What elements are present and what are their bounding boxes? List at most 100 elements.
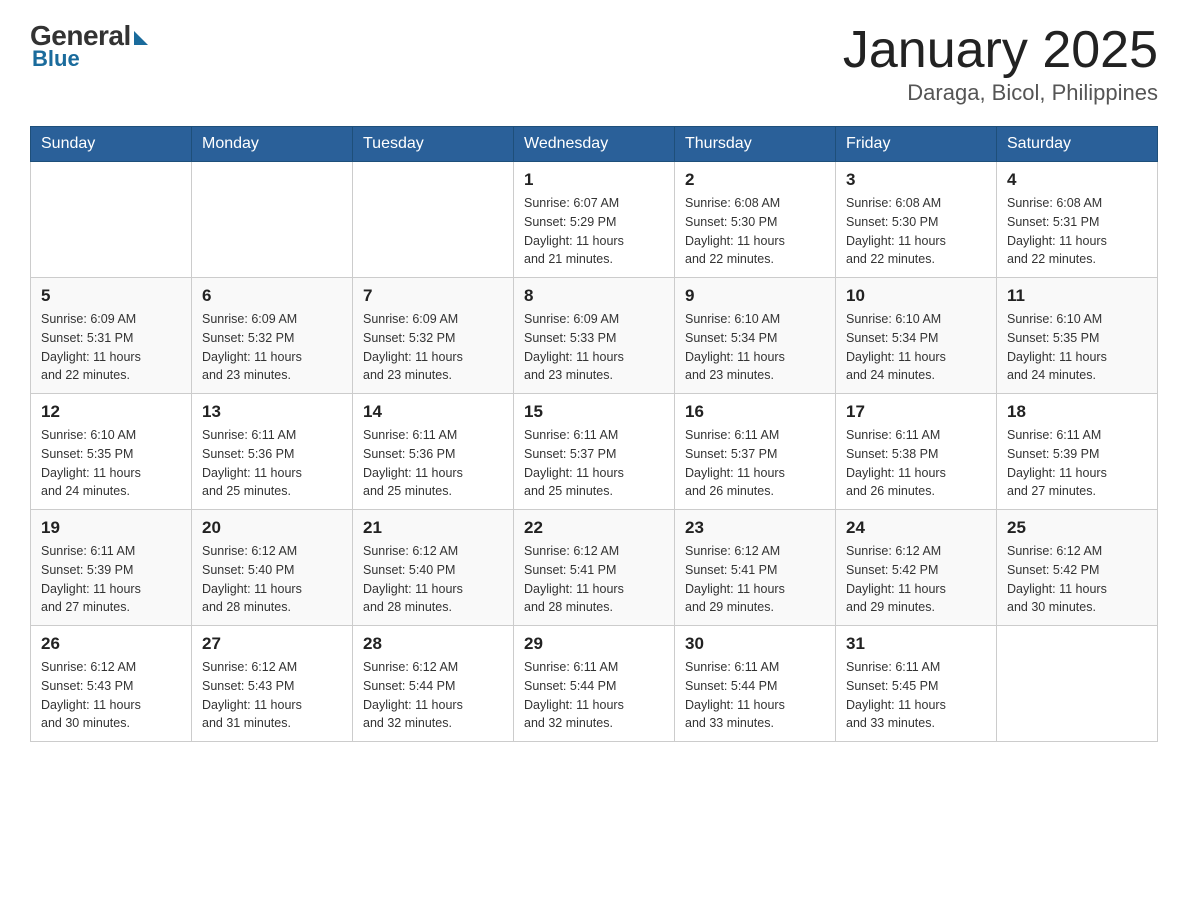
day-info: Sunrise: 6:08 AMSunset: 5:30 PMDaylight:… [846, 194, 986, 269]
day-cell: 17 Sunrise: 6:11 AMSunset: 5:38 PMDayligh… [836, 394, 997, 510]
day-number: 6 [202, 286, 342, 306]
day-number: 9 [685, 286, 825, 306]
day-number: 1 [524, 170, 664, 190]
day-number: 25 [1007, 518, 1147, 538]
day-info: Sunrise: 6:11 AMSunset: 5:39 PMDaylight:… [41, 542, 181, 617]
day-number: 14 [363, 402, 503, 422]
day-cell: 15 Sunrise: 6:11 AMSunset: 5:37 PMDayligh… [514, 394, 675, 510]
day-info: Sunrise: 6:12 AMSunset: 5:41 PMDaylight:… [685, 542, 825, 617]
day-cell: 3 Sunrise: 6:08 AMSunset: 5:30 PMDaylight… [836, 162, 997, 278]
day-cell: 10Sunrise: 6:10 AMSunset: 5:34 PMDayligh… [836, 278, 997, 394]
day-number: 16 [685, 402, 825, 422]
day-info: Sunrise: 6:08 AMSunset: 5:31 PMDaylight:… [1007, 194, 1147, 269]
week-row-5: 26 Sunrise: 6:12 AMSunset: 5:43 PMDayligh… [31, 626, 1158, 742]
day-number: 23 [685, 518, 825, 538]
day-number: 12 [41, 402, 181, 422]
header-sunday: Sunday [31, 127, 192, 162]
day-number: 21 [363, 518, 503, 538]
week-row-2: 5 Sunrise: 6:09 AMSunset: 5:31 PMDaylight… [31, 278, 1158, 394]
day-cell: 25 Sunrise: 6:12 AMSunset: 5:42 PMDayligh… [997, 510, 1158, 626]
day-info: Sunrise: 6:11 AMSunset: 5:39 PMDaylight:… [1007, 426, 1147, 501]
day-info: Sunrise: 6:12 AMSunset: 5:42 PMDaylight:… [1007, 542, 1147, 617]
day-info: Sunrise: 6:09 AMSunset: 5:31 PMDaylight:… [41, 310, 181, 385]
header-friday: Friday [836, 127, 997, 162]
day-number: 4 [1007, 170, 1147, 190]
day-cell: 31 Sunrise: 6:11 AMSunset: 5:45 PMDayligh… [836, 626, 997, 742]
header-thursday: Thursday [675, 127, 836, 162]
day-cell: 29Sunrise: 6:11 AMSunset: 5:44 PMDayligh… [514, 626, 675, 742]
day-number: 29 [524, 634, 664, 654]
day-cell [997, 626, 1158, 742]
day-info: Sunrise: 6:11 AMSunset: 5:37 PMDaylight:… [524, 426, 664, 501]
day-cell: 21 Sunrise: 6:12 AMSunset: 5:40 PMDayligh… [353, 510, 514, 626]
day-info: Sunrise: 6:11 AMSunset: 5:44 PMDaylight:… [685, 658, 825, 733]
week-row-3: 12 Sunrise: 6:10 AMSunset: 5:35 PMDayligh… [31, 394, 1158, 510]
day-number: 28 [363, 634, 503, 654]
day-number: 7 [363, 286, 503, 306]
day-info: Sunrise: 6:12 AMSunset: 5:43 PMDaylight:… [202, 658, 342, 733]
day-info: Sunrise: 6:10 AMSunset: 5:35 PMDaylight:… [1007, 310, 1147, 385]
day-cell: 1 Sunrise: 6:07 AMSunset: 5:29 PMDaylight… [514, 162, 675, 278]
header-monday: Monday [192, 127, 353, 162]
day-info: Sunrise: 6:12 AMSunset: 5:41 PMDaylight:… [524, 542, 664, 617]
day-cell: 19Sunrise: 6:11 AMSunset: 5:39 PMDayligh… [31, 510, 192, 626]
month-title: January 2025 [843, 20, 1158, 80]
logo-arrow-icon [134, 31, 148, 45]
day-cell [192, 162, 353, 278]
day-cell: 14Sunrise: 6:11 AMSunset: 5:36 PMDayligh… [353, 394, 514, 510]
day-info: Sunrise: 6:09 AMSunset: 5:32 PMDaylight:… [363, 310, 503, 385]
day-info: Sunrise: 6:09 AMSunset: 5:32 PMDaylight:… [202, 310, 342, 385]
day-cell: 12 Sunrise: 6:10 AMSunset: 5:35 PMDayligh… [31, 394, 192, 510]
week-row-1: 1 Sunrise: 6:07 AMSunset: 5:29 PMDaylight… [31, 162, 1158, 278]
day-cell: 4 Sunrise: 6:08 AMSunset: 5:31 PMDaylight… [997, 162, 1158, 278]
calendar-table: SundayMondayTuesdayWednesdayThursdayFrid… [30, 126, 1158, 742]
day-number: 2 [685, 170, 825, 190]
day-number: 8 [524, 286, 664, 306]
day-info: Sunrise: 6:07 AMSunset: 5:29 PMDaylight:… [524, 194, 664, 269]
day-info: Sunrise: 6:12 AMSunset: 5:40 PMDaylight:… [202, 542, 342, 617]
location-text: Daraga, Bicol, Philippines [843, 80, 1158, 106]
day-info: Sunrise: 6:08 AMSunset: 5:30 PMDaylight:… [685, 194, 825, 269]
day-number: 13 [202, 402, 342, 422]
logo: General Blue [30, 20, 148, 72]
header-saturday: Saturday [997, 127, 1158, 162]
day-info: Sunrise: 6:11 AMSunset: 5:37 PMDaylight:… [685, 426, 825, 501]
day-cell: 7 Sunrise: 6:09 AMSunset: 5:32 PMDaylight… [353, 278, 514, 394]
calendar-header-row: SundayMondayTuesdayWednesdayThursdayFrid… [31, 127, 1158, 162]
day-cell: 11 Sunrise: 6:10 AMSunset: 5:35 PMDayligh… [997, 278, 1158, 394]
header-wednesday: Wednesday [514, 127, 675, 162]
title-area: January 2025 Daraga, Bicol, Philippines [843, 20, 1158, 106]
day-number: 5 [41, 286, 181, 306]
day-cell: 27 Sunrise: 6:12 AMSunset: 5:43 PMDayligh… [192, 626, 353, 742]
day-info: Sunrise: 6:12 AMSunset: 5:40 PMDaylight:… [363, 542, 503, 617]
day-info: Sunrise: 6:11 AMSunset: 5:38 PMDaylight:… [846, 426, 986, 501]
day-number: 30 [685, 634, 825, 654]
day-info: Sunrise: 6:11 AMSunset: 5:45 PMDaylight:… [846, 658, 986, 733]
day-cell: 20Sunrise: 6:12 AMSunset: 5:40 PMDayligh… [192, 510, 353, 626]
day-number: 10 [846, 286, 986, 306]
day-number: 31 [846, 634, 986, 654]
day-cell: 9Sunrise: 6:10 AMSunset: 5:34 PMDaylight… [675, 278, 836, 394]
day-number: 26 [41, 634, 181, 654]
day-number: 3 [846, 170, 986, 190]
day-number: 17 [846, 402, 986, 422]
day-cell: 13Sunrise: 6:11 AMSunset: 5:36 PMDayligh… [192, 394, 353, 510]
day-cell: 8Sunrise: 6:09 AMSunset: 5:33 PMDaylight… [514, 278, 675, 394]
day-info: Sunrise: 6:10 AMSunset: 5:35 PMDaylight:… [41, 426, 181, 501]
day-info: Sunrise: 6:12 AMSunset: 5:44 PMDaylight:… [363, 658, 503, 733]
day-number: 22 [524, 518, 664, 538]
day-cell: 22 Sunrise: 6:12 AMSunset: 5:41 PMDayligh… [514, 510, 675, 626]
day-number: 18 [1007, 402, 1147, 422]
day-cell: 18 Sunrise: 6:11 AMSunset: 5:39 PMDayligh… [997, 394, 1158, 510]
day-number: 24 [846, 518, 986, 538]
day-cell: 5 Sunrise: 6:09 AMSunset: 5:31 PMDaylight… [31, 278, 192, 394]
day-info: Sunrise: 6:12 AMSunset: 5:42 PMDaylight:… [846, 542, 986, 617]
day-cell: 6 Sunrise: 6:09 AMSunset: 5:32 PMDaylight… [192, 278, 353, 394]
header-tuesday: Tuesday [353, 127, 514, 162]
day-cell: 30 Sunrise: 6:11 AMSunset: 5:44 PMDayligh… [675, 626, 836, 742]
day-number: 11 [1007, 286, 1147, 306]
day-number: 15 [524, 402, 664, 422]
day-cell [31, 162, 192, 278]
day-number: 27 [202, 634, 342, 654]
week-row-4: 19Sunrise: 6:11 AMSunset: 5:39 PMDayligh… [31, 510, 1158, 626]
